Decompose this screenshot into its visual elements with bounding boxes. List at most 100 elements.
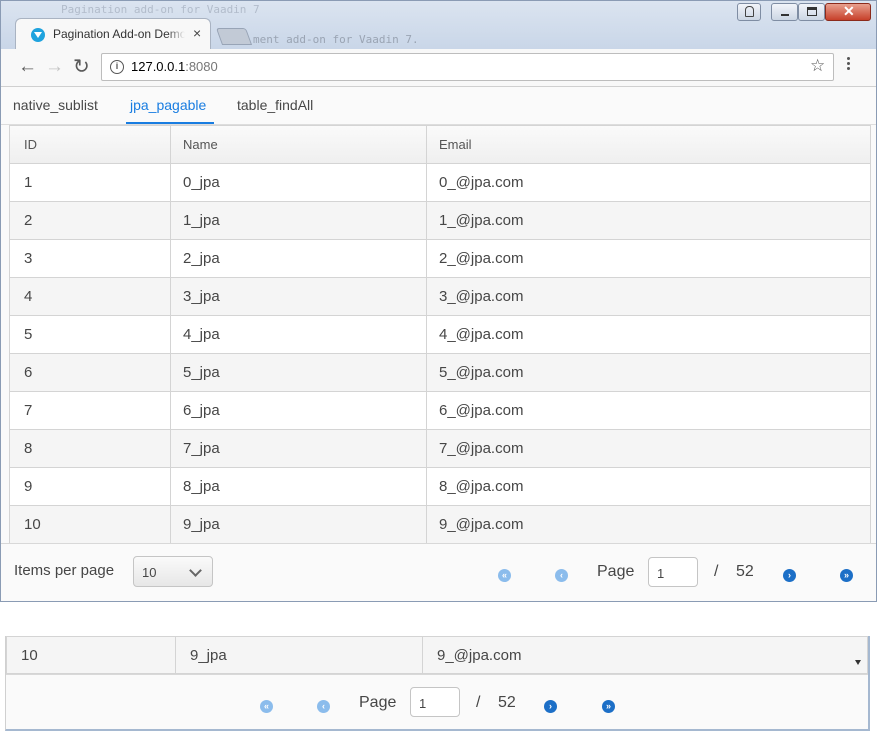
page-separator: / bbox=[476, 694, 481, 711]
back-arrow-icon[interactable]: ← bbox=[18, 56, 37, 78]
browser-tab-active[interactable]: Pagination Add-on Demo × bbox=[15, 18, 211, 49]
cell-id: 5 bbox=[10, 316, 171, 353]
minimize-icon bbox=[781, 14, 789, 16]
tab-native-sublist[interactable]: native_sublist bbox=[13, 97, 98, 113]
page-label: Page bbox=[359, 694, 397, 711]
cell-id: 10 bbox=[10, 506, 171, 544]
cell-email: 7_@jpa.com bbox=[439, 440, 524, 457]
first-page-icon[interactable]: « bbox=[260, 700, 273, 713]
items-per-page-label: Items per page bbox=[14, 562, 115, 579]
cell-email: 3_@jpa.com bbox=[439, 288, 524, 305]
cell-id: 10 bbox=[7, 637, 176, 673]
column-header-name[interactable]: Name bbox=[171, 126, 427, 163]
background-window-text-2: ment add-on for Vaadin 7. bbox=[253, 33, 419, 46]
user-profile-button[interactable] bbox=[737, 3, 761, 21]
cell-id: 7 bbox=[10, 392, 171, 429]
table-row[interactable]: 4 3_jpa 3_@jpa.com bbox=[10, 278, 870, 316]
cell-name: 7_jpa bbox=[171, 430, 427, 467]
cell-email: 9_@jpa.com bbox=[439, 516, 524, 533]
browser-tab-title: Pagination Add-on Demo bbox=[53, 27, 185, 41]
table-row[interactable]: 8 7_jpa 7_@jpa.com bbox=[10, 430, 870, 468]
cell-email: 6_@jpa.com bbox=[439, 402, 524, 419]
cell-name: 9_jpa bbox=[176, 637, 423, 673]
table-row[interactable]: 10 9_jpa 9_@jpa.com bbox=[6, 636, 868, 674]
selected-tab-indicator bbox=[126, 122, 214, 124]
url-host: 127.0.0.1 bbox=[131, 59, 186, 74]
zoomed-detail-strip: 10 9_jpa 9_@jpa.com « ‹ Page 1 / 52 › » bbox=[5, 636, 870, 731]
next-page-icon[interactable]: › bbox=[544, 700, 557, 713]
minimize-button[interactable] bbox=[771, 3, 798, 21]
browser-window: Pagination add-on for Vaadin 7 Paginatio… bbox=[0, 0, 877, 602]
cell-email: 1_@jpa.com bbox=[439, 212, 524, 229]
cell-name: 3_jpa bbox=[171, 278, 427, 315]
cell-name: 2_jpa bbox=[171, 240, 427, 277]
cell-email: 4_@jpa.com bbox=[439, 326, 524, 343]
table-row[interactable]: 2 1_jpa 1_@jpa.com bbox=[10, 202, 870, 240]
cell-name: 4_jpa bbox=[171, 316, 427, 353]
page-separator: / bbox=[714, 563, 719, 580]
cell-email: 2_@jpa.com bbox=[439, 250, 524, 267]
cell-name: 9_jpa bbox=[171, 506, 427, 544]
window-close-button[interactable]: ✕ bbox=[825, 3, 871, 21]
browser-menu-icon[interactable] bbox=[847, 57, 851, 72]
cell-id: 9 bbox=[10, 468, 171, 505]
data-grid: ID Name Email 1 0_jpa 0_@jpa.com 2 1_jpa… bbox=[9, 125, 871, 545]
table-row[interactable]: 3 2_jpa 2_@jpa.com bbox=[10, 240, 870, 278]
last-page-icon[interactable]: » bbox=[840, 569, 853, 582]
tab-sheet: native_sublist jpa_pagable table_findAll bbox=[1, 87, 876, 125]
last-page-icon[interactable]: » bbox=[602, 700, 615, 713]
scroll-down-arrow-icon[interactable] bbox=[855, 660, 861, 665]
cell-email: 8_@jpa.com bbox=[439, 478, 524, 495]
previous-page-icon[interactable]: ‹ bbox=[317, 700, 330, 713]
cell-name: 1_jpa bbox=[171, 202, 427, 239]
table-row[interactable]: 7 6_jpa 6_@jpa.com bbox=[10, 392, 870, 430]
reload-icon[interactable]: ↻ bbox=[73, 54, 90, 79]
column-header-email[interactable]: Email bbox=[427, 126, 870, 163]
cell-id: 4 bbox=[10, 278, 171, 315]
vaadin-favicon-icon bbox=[31, 28, 45, 42]
bookmark-star-icon[interactable]: ☆ bbox=[810, 56, 825, 76]
tab-table-findall[interactable]: table_findAll bbox=[237, 97, 313, 113]
page-label: Page bbox=[597, 563, 635, 580]
total-pages: 52 bbox=[736, 563, 754, 580]
cell-id: 3 bbox=[10, 240, 171, 277]
page-number-input[interactable]: 1 bbox=[410, 687, 460, 717]
url-text[interactable]: 127.0.0.1:8080 bbox=[131, 59, 218, 74]
tab-close-icon[interactable]: × bbox=[193, 25, 201, 41]
chevron-down-icon bbox=[189, 564, 202, 577]
page-content: native_sublist jpa_pagable table_findAll… bbox=[1, 87, 876, 601]
previous-page-icon[interactable]: ‹ bbox=[555, 569, 568, 582]
cell-name: 6_jpa bbox=[171, 392, 427, 429]
address-bar[interactable]: i 127.0.0.1:8080 ☆ bbox=[101, 53, 834, 81]
maximize-icon bbox=[807, 7, 817, 16]
grid-header-row: ID Name Email bbox=[10, 126, 870, 164]
maximize-button[interactable] bbox=[798, 3, 825, 21]
background-window-text: Pagination add-on for Vaadin 7 bbox=[61, 3, 260, 16]
items-per-page-value: 10 bbox=[142, 565, 157, 580]
table-row[interactable]: 10 9_jpa 9_@jpa.com bbox=[10, 506, 870, 544]
pagination-bar: Items per page 10 « ‹ Page 1 / 52 › » bbox=[1, 543, 876, 601]
url-port: :8080 bbox=[185, 59, 218, 74]
cell-email: 9_@jpa.com bbox=[437, 647, 522, 664]
cell-id: 8 bbox=[10, 430, 171, 467]
browser-toolbar: ← → ↻ i 127.0.0.1:8080 ☆ bbox=[1, 49, 876, 87]
forward-arrow-icon[interactable]: → bbox=[45, 56, 64, 78]
total-pages: 52 bbox=[498, 694, 516, 711]
cell-name: 0_jpa bbox=[171, 164, 427, 201]
info-icon[interactable]: i bbox=[110, 60, 124, 74]
cell-email: 5_@jpa.com bbox=[439, 364, 524, 381]
tab-jpa-pagable[interactable]: jpa_pagable bbox=[130, 97, 206, 113]
new-tab-button[interactable] bbox=[215, 28, 253, 45]
table-row[interactable]: 1 0_jpa 0_@jpa.com bbox=[10, 164, 870, 202]
table-row[interactable]: 9 8_jpa 8_@jpa.com bbox=[10, 468, 870, 506]
column-header-id[interactable]: ID bbox=[10, 126, 171, 163]
items-per-page-select[interactable]: 10 bbox=[133, 556, 213, 587]
first-page-icon[interactable]: « bbox=[498, 569, 511, 582]
close-icon: ✕ bbox=[843, 3, 855, 19]
table-row[interactable]: 6 5_jpa 5_@jpa.com bbox=[10, 354, 870, 392]
page-number-input[interactable]: 1 bbox=[648, 557, 698, 587]
cell-id: 2 bbox=[10, 202, 171, 239]
next-page-icon[interactable]: › bbox=[783, 569, 796, 582]
cell-name: 5_jpa bbox=[171, 354, 427, 391]
table-row[interactable]: 5 4_jpa 4_@jpa.com bbox=[10, 316, 870, 354]
